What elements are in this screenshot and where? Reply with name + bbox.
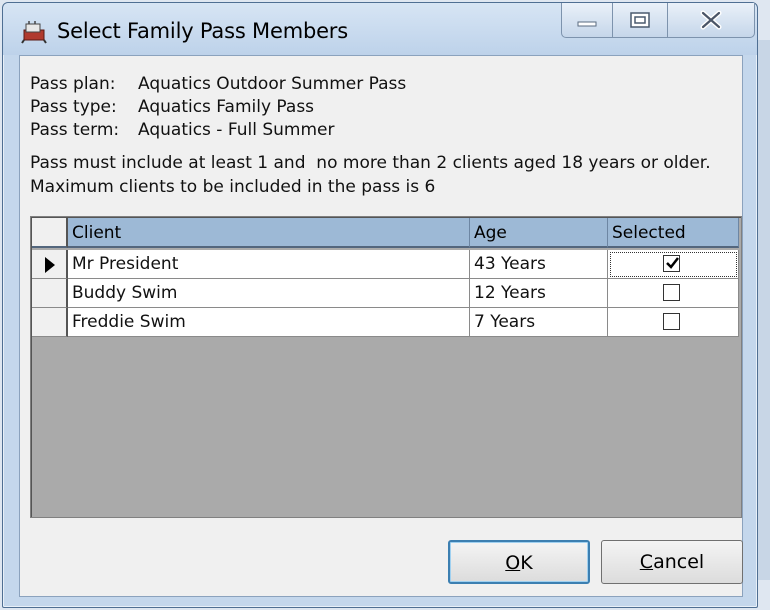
minimize-button[interactable]: [561, 3, 613, 38]
selected-cell[interactable]: [608, 279, 739, 308]
client-name-cell[interactable]: Mr President: [68, 250, 470, 279]
pass-term-value: Aquatics - Full Summer: [138, 120, 335, 140]
pass-plan-label: Pass plan:: [30, 74, 116, 94]
dialog-client-area: Pass plan: Aquatics Outdoor Summer Pass P…: [19, 55, 743, 597]
selected-checkbox[interactable]: [663, 313, 680, 330]
application-icon: [21, 20, 49, 44]
selected-cell[interactable]: [608, 250, 739, 279]
pass-term-label: Pass term:: [30, 120, 120, 140]
pass-plan-value: Aquatics Outdoor Summer Pass: [138, 74, 407, 94]
ok-accelerator: O: [505, 552, 521, 574]
row-indicator-header: [32, 218, 68, 248]
max-clients-message: Maximum clients to be included in the pa…: [30, 177, 436, 197]
age-cell[interactable]: 43 Years: [470, 250, 608, 279]
column-header-age[interactable]: Age: [470, 218, 608, 248]
column-header-client[interactable]: Client: [68, 218, 470, 248]
cancel-label-rest: ancel: [653, 551, 705, 573]
window-title: Select Family Pass Members: [57, 19, 348, 43]
title-bar[interactable]: Select Family Pass Members: [3, 3, 757, 55]
table-row[interactable]: Freddie Swim 7 Years: [32, 308, 739, 337]
age-cell[interactable]: 7 Years: [470, 308, 608, 337]
pass-type-value: Aquatics Family Pass: [138, 97, 315, 117]
selected-cell[interactable]: [608, 308, 739, 337]
row-selector[interactable]: [32, 250, 68, 279]
selected-checkbox[interactable]: [663, 255, 680, 272]
background-window-fragment: [756, 40, 770, 580]
client-name-cell[interactable]: Freddie Swim: [68, 308, 470, 337]
maximize-icon: [630, 12, 650, 28]
selected-checkbox[interactable]: [663, 284, 680, 301]
pass-type-label: Pass type:: [30, 97, 117, 117]
ok-label-rest: K: [520, 552, 533, 574]
pass-term-line: Pass term: Aquatics - Full Summer: [30, 120, 334, 140]
caption-buttons: [561, 3, 755, 41]
checkmark-icon: [666, 257, 679, 269]
pass-plan-line: Pass plan: Aquatics Outdoor Summer Pass: [30, 74, 406, 94]
dialog-window: Select Family Pass Members Pass plan: Aq…: [2, 2, 758, 608]
client-name-cell[interactable]: Buddy Swim: [68, 279, 470, 308]
row-selector[interactable]: [32, 279, 68, 308]
cancel-button[interactable]: Cancel: [601, 540, 743, 584]
table-row[interactable]: Mr President 43 Years: [32, 250, 739, 279]
adult-limit-message: Pass must include at least 1 and no more…: [30, 153, 711, 173]
minimize-icon: [577, 21, 597, 27]
client-grid[interactable]: Client Age Selected Mr President 43 Year…: [30, 216, 742, 518]
close-button[interactable]: [668, 3, 755, 38]
column-header-selected[interactable]: Selected: [608, 218, 739, 248]
current-row-arrow-icon: [45, 257, 55, 273]
ok-button[interactable]: OK: [448, 540, 590, 584]
close-icon: [700, 10, 722, 30]
table-row[interactable]: Buddy Swim 12 Years: [32, 279, 739, 308]
maximize-button[interactable]: [613, 3, 668, 38]
row-selector[interactable]: [32, 308, 68, 337]
age-cell[interactable]: 12 Years: [470, 279, 608, 308]
pass-type-line: Pass type: Aquatics Family Pass: [30, 97, 314, 117]
cancel-accelerator: C: [639, 551, 654, 573]
